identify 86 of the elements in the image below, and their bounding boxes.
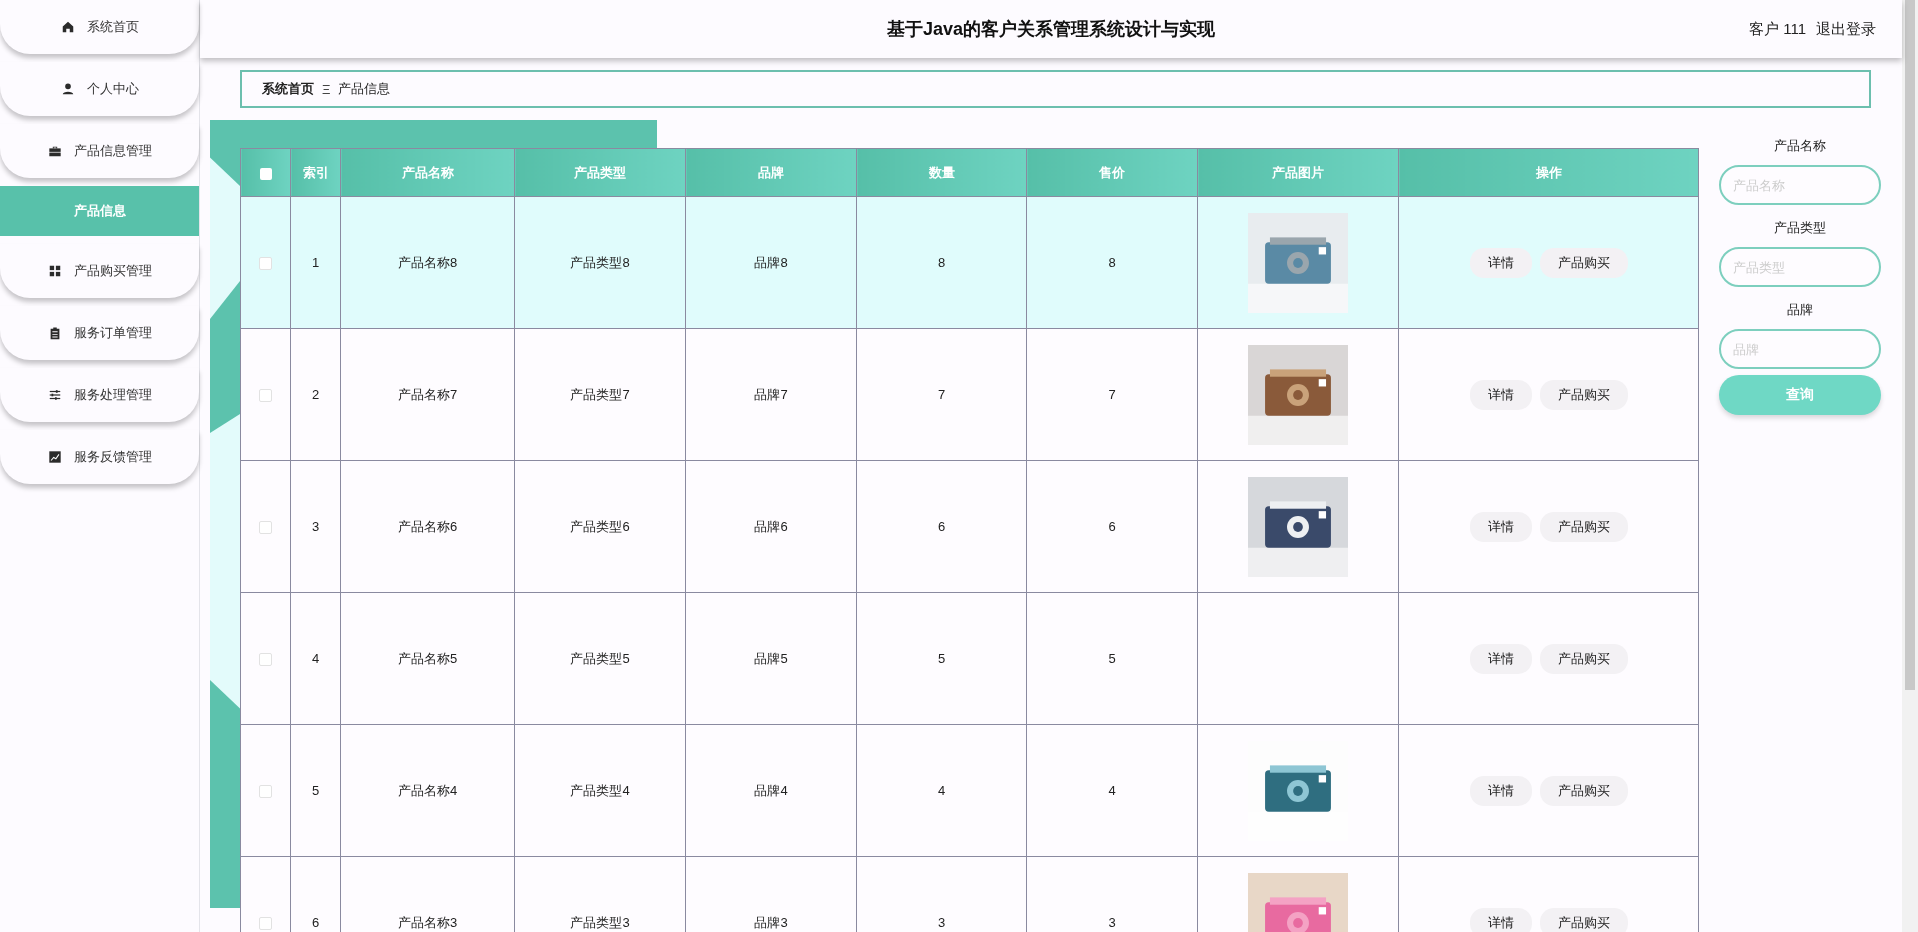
column-header: 产品名称 (340, 148, 515, 197)
sidebar-item[interactable]: 个人中心 (0, 62, 199, 116)
table-cell: 8 (856, 196, 1027, 329)
column-header: 售价 (1026, 148, 1198, 197)
select-all-checkbox[interactable] (259, 167, 272, 180)
user-name: 客户 111 (1749, 19, 1806, 39)
row-checkbox[interactable] (259, 389, 272, 403)
table-cell: 6 (856, 460, 1027, 593)
row-checkbox[interactable] (259, 917, 272, 931)
grid-icon (47, 264, 62, 278)
action-button[interactable]: 详情 (1469, 775, 1532, 806)
logout-link[interactable]: 退出登录 (1816, 19, 1876, 39)
table-cell: 8 (1026, 196, 1198, 329)
table-cell: 产品类型5 (514, 592, 686, 725)
action-button[interactable]: 产品购买 (1539, 379, 1628, 410)
table-cell: 产品名称5 (340, 592, 515, 725)
action-button[interactable]: 详情 (1469, 247, 1532, 278)
field-label: 产品类型 (1774, 219, 1826, 237)
table-cell: 4 (1026, 724, 1198, 857)
sidebar-item[interactable]: 服务反馈管理 (0, 430, 199, 484)
row-checkbox[interactable] (259, 521, 272, 535)
table-cell: 品牌6 (685, 460, 857, 593)
breadcrumb-separator: Ξ (322, 81, 331, 97)
table-cell: 7 (1026, 328, 1198, 461)
row-checkbox[interactable] (259, 653, 272, 667)
table-cell: 产品类型3 (514, 856, 686, 932)
table-cell: 产品名称6 (340, 460, 515, 593)
column-header: 数量 (856, 148, 1027, 197)
sidebar-item[interactable]: 服务处理管理 (0, 368, 199, 422)
table-cell: 3 (856, 856, 1027, 932)
breadcrumb-link[interactable]: 产品信息 (338, 80, 391, 98)
field-label: 品牌 (1787, 301, 1813, 319)
table-cell: 4 (856, 724, 1027, 857)
table-cell: 5 (290, 724, 341, 857)
scrollbar[interactable] (1902, 0, 1918, 932)
table-cell: 品牌5 (685, 592, 857, 725)
sliders-icon (47, 388, 62, 402)
action-button[interactable]: 产品购买 (1539, 643, 1628, 674)
table-cell: 3 (290, 460, 341, 593)
page-title: 基于Java的客户关系管理系统设计与实现 (887, 18, 1215, 41)
table-cell: 2 (290, 328, 341, 461)
column-header: 索引 (290, 148, 341, 197)
action-button[interactable]: 详情 (1469, 643, 1532, 674)
table-cell: 产品名称4 (340, 724, 515, 857)
table-cell: 6 (1026, 460, 1198, 593)
table-cell: 产品类型7 (514, 328, 686, 461)
table-cell: 4 (290, 592, 341, 725)
row-checkbox[interactable] (259, 257, 272, 271)
action-button[interactable]: 详情 (1469, 379, 1532, 410)
table-cell: 品牌7 (685, 328, 857, 461)
table-cell: 1 (290, 196, 341, 329)
sidebar-item[interactable]: 系统首页 (0, 0, 199, 54)
sidebar-item[interactable]: 产品购买管理 (0, 244, 199, 298)
table-cell: 7 (856, 328, 1027, 461)
table-cell: 产品名称7 (340, 328, 515, 461)
sidebar-item[interactable]: 服务订单管理 (0, 306, 199, 360)
field-label: 产品名称 (1774, 137, 1826, 155)
row-checkbox[interactable] (259, 785, 272, 799)
user-icon (60, 82, 75, 96)
table-cell: 5 (1026, 592, 1198, 725)
sidebar-item[interactable]: 产品信息管理 (0, 124, 199, 178)
table-cell: 品牌8 (685, 196, 857, 329)
action-button[interactable]: 产品购买 (1539, 247, 1628, 278)
table-cell: 6 (290, 856, 341, 932)
table-cell: 产品名称8 (340, 196, 515, 329)
table-cell: 产品类型8 (514, 196, 686, 329)
column-header: 产品图片 (1197, 148, 1399, 197)
table-cell: 3 (1026, 856, 1198, 932)
table-cell: 品牌4 (685, 724, 857, 857)
briefcase-icon (47, 144, 62, 158)
table-cell: 产品名称3 (340, 856, 515, 932)
breadcrumb-link[interactable]: 系统首页 (262, 80, 314, 98)
chart-icon (47, 450, 62, 464)
column-header: 产品类型 (514, 148, 686, 197)
action-button[interactable]: 产品购买 (1539, 775, 1628, 806)
action-button[interactable]: 产品购买 (1539, 511, 1628, 542)
action-button[interactable]: 详情 (1469, 907, 1532, 932)
table-cell: 产品类型4 (514, 724, 686, 857)
home-icon (60, 20, 75, 34)
table-cell: 产品类型6 (514, 460, 686, 593)
action-button[interactable]: 详情 (1469, 511, 1532, 542)
table-cell: 品牌3 (685, 856, 857, 932)
column-header: 操作 (1398, 148, 1699, 197)
table-cell: 5 (856, 592, 1027, 725)
column-header: 品牌 (685, 148, 857, 197)
action-button[interactable]: 产品购买 (1539, 907, 1628, 932)
